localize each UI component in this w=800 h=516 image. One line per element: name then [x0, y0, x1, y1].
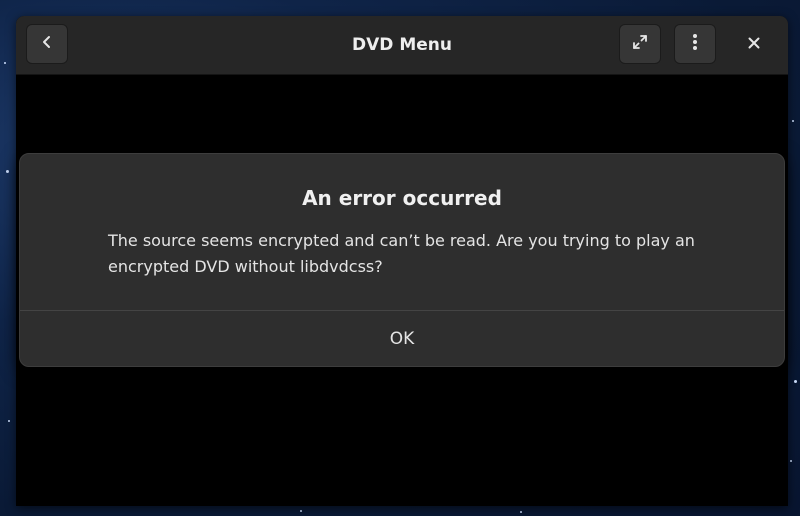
star	[8, 420, 10, 422]
star	[300, 510, 302, 512]
chevron-left-icon	[39, 34, 55, 54]
star	[790, 460, 792, 462]
header-bar: DVD Menu	[16, 16, 788, 75]
window-title: DVD Menu	[352, 35, 452, 55]
dialog-title: An error occurred	[302, 186, 502, 210]
close-button[interactable]	[738, 28, 770, 60]
fullscreen-button[interactable]	[619, 24, 661, 64]
star	[794, 380, 797, 383]
star	[792, 120, 794, 122]
error-dialog: An error occurred The source seems encry…	[19, 153, 785, 367]
menu-button[interactable]	[674, 24, 716, 64]
close-icon	[747, 35, 761, 54]
dialog-message: The source seems encrypted and can’t be …	[108, 231, 695, 276]
vertical-ellipsis-icon	[687, 33, 703, 55]
ok-button[interactable]: OK	[20, 311, 784, 366]
back-button[interactable]	[26, 24, 68, 64]
fullscreen-icon	[631, 33, 649, 55]
star	[6, 170, 9, 173]
star	[4, 62, 6, 64]
star	[520, 511, 522, 513]
